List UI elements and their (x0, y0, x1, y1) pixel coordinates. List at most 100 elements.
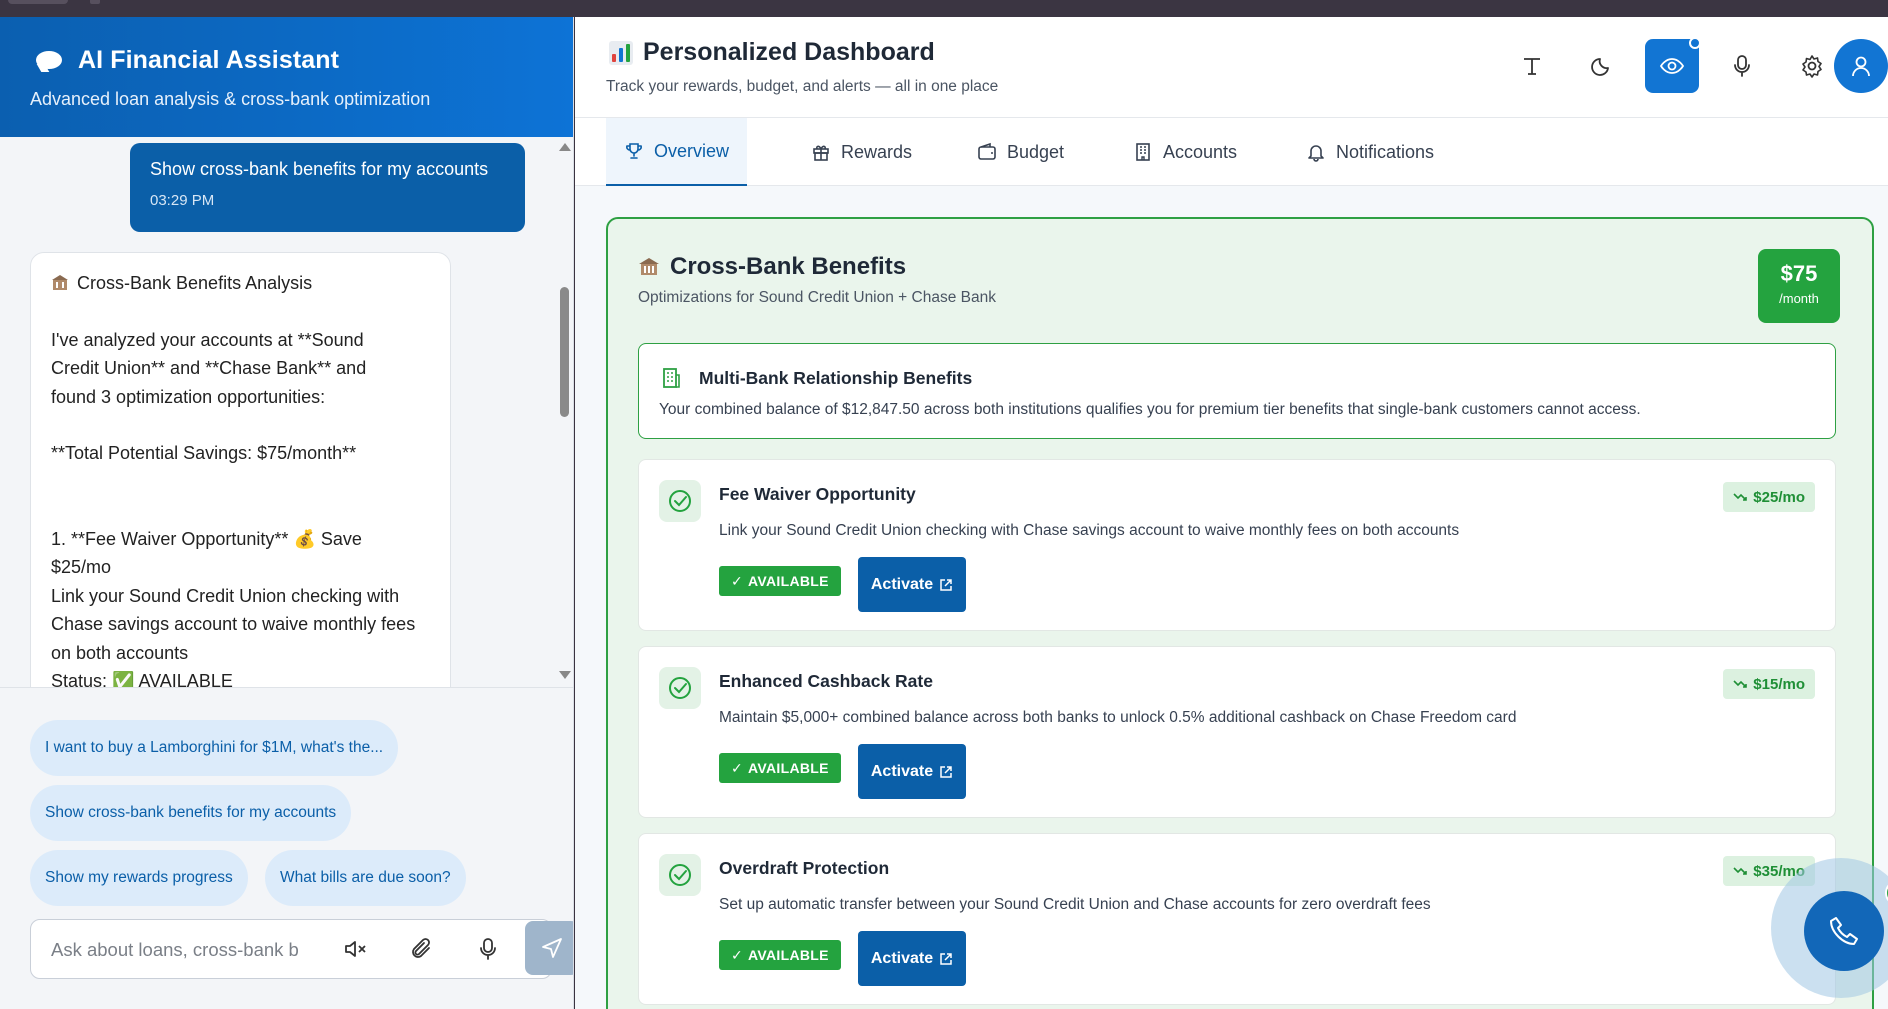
assistant-item-line: on both accounts (51, 642, 189, 663)
scroll-down-arrow-icon[interactable] (559, 671, 571, 679)
opportunity-text: Set up automatic transfer between your S… (719, 896, 1431, 913)
dashboard-tabs: Overview Rewards Budget Accounts Notific… (575, 118, 1888, 186)
total-savings-amount: $75 (1780, 261, 1818, 286)
text-size-icon (1524, 58, 1540, 75)
dashboard-panel: Personalized Dashboard Track your reward… (575, 17, 1888, 1009)
opportunity-text: Maintain $5,000+ combined balance across… (719, 709, 1517, 726)
chat-input-row (30, 919, 573, 980)
voice-button[interactable] (1715, 39, 1769, 93)
microphone-icon (1734, 55, 1750, 77)
total-savings-period: /month (1779, 291, 1819, 306)
status-badge: ✓ AVAILABLE (719, 753, 841, 783)
dashboard-title: Personalized Dashboard (643, 38, 935, 66)
microphone-icon[interactable] (473, 934, 503, 964)
activate-button[interactable]: Activate (858, 931, 966, 986)
cross-bank-benefits-card: Cross-Bank Benefits Optimizations for So… (606, 217, 1874, 1009)
chat-bubble-icon (34, 49, 64, 73)
chat-input[interactable] (51, 937, 311, 963)
opportunity-title: Fee Waiver Opportunity (719, 484, 916, 504)
check-circle-icon (659, 480, 701, 522)
external-link-icon (940, 578, 952, 591)
multi-bank-title: Multi-Bank Relationship Benefits (699, 368, 973, 388)
suggestions: I want to buy a Lamborghini for $1M, wha… (0, 687, 573, 925)
send-icon (542, 938, 562, 958)
trend-icon (1733, 493, 1748, 501)
bell-icon (1308, 145, 1324, 162)
assistant-message-title: Cross-Bank Benefits Analysis (77, 273, 313, 293)
multi-bank-benefits: Multi-Bank Relationship Benefits Your co… (638, 343, 1836, 439)
check-icon: ✓ (731, 946, 744, 963)
text-size-button[interactable] (1505, 39, 1559, 93)
assistant-intro-line: I've analyzed your accounts at **Sound (51, 329, 364, 350)
send-button[interactable] (525, 921, 573, 975)
chat-subtitle: Advanced loan analysis & cross-bank opti… (30, 89, 431, 109)
trend-icon (1733, 867, 1748, 875)
mute-icon[interactable] (341, 934, 371, 964)
opportunity-text: Link your Sound Credit Union checking wi… (719, 522, 1460, 539)
assistant-item-line: Link your Sound Credit Union checking wi… (51, 585, 400, 606)
external-link-icon (940, 952, 952, 965)
card-subtitle: Optimizations for Sound Credit Union + C… (638, 289, 996, 306)
bar-chart-icon (609, 40, 633, 65)
assistant-total-savings: **Total Potential Savings: $75/month** (51, 443, 357, 463)
wallet-icon (978, 142, 996, 160)
paperclip-icon[interactable] (407, 934, 437, 964)
trophy-icon (626, 143, 642, 159)
gear-icon (1802, 55, 1822, 78)
bank-icon (639, 258, 659, 275)
tab-label: Accounts (1163, 141, 1238, 162)
activate-label: Activate (870, 949, 934, 967)
suggestion-chip[interactable]: I want to buy a Lamborghini for $1M, wha… (30, 720, 399, 776)
activate-button[interactable]: Activate (858, 557, 966, 612)
suggestion-chip[interactable]: Show cross-bank benefits for my accounts (30, 785, 352, 841)
opportunity-title: Overdraft Protection (719, 858, 890, 878)
tab-rewards[interactable]: Rewards (811, 118, 912, 186)
gift-icon (813, 145, 829, 161)
voice-call-button[interactable] (1804, 891, 1884, 971)
suggestion-chip[interactable]: What bills are due soon? (265, 850, 466, 906)
opportunity-card: Fee Waiver Opportunity Link your Sound C… (638, 459, 1836, 631)
dashboard-subtitle: Track your rewards, budget, and alerts —… (606, 78, 999, 95)
opportunity-title: Enhanced Cashback Rate (719, 671, 933, 691)
total-savings-badge: $75 /month (1758, 249, 1840, 323)
opportunity-card: Overdraft Protection Set up automatic tr… (638, 833, 1836, 1005)
chat-scrollbar[interactable] (556, 137, 572, 689)
chat-title: AI Financial Assistant (78, 46, 340, 74)
dark-mode-button[interactable] (1575, 39, 1629, 93)
tab-label: Rewards (841, 141, 913, 162)
assistant-message: Cross-Bank Benefits Analysis I've analyz… (30, 252, 451, 687)
chat-messages[interactable]: Show cross-bank benefits for my accounts… (0, 137, 573, 687)
scroll-up-arrow-icon[interactable] (559, 143, 571, 151)
opportunity-saving-badge: $25/mo (1723, 482, 1815, 512)
assistant-intro-line: found 3 optimization opportunities: (51, 386, 326, 407)
user-message-time: 03:29 PM (150, 192, 215, 209)
settings-button[interactable] (1785, 39, 1839, 93)
browser-top-strip (0, 0, 1888, 17)
assistant-intro-line: Credit Union** and **Chase Bank** and (51, 358, 367, 378)
check-icon: ✓ (731, 759, 744, 776)
status-badge: ✓ AVAILABLE (719, 940, 841, 970)
building-icon (1136, 143, 1150, 161)
assistant-item-line: $25/mo (51, 557, 112, 577)
check-icon: ✓ (731, 572, 744, 589)
status-label: AVAILABLE (748, 760, 829, 776)
user-icon (1852, 56, 1870, 77)
bank-icon (52, 275, 68, 291)
browser-tab-icon[interactable] (90, 0, 100, 4)
scrollbar-thumb[interactable] (560, 287, 569, 417)
activate-label: Activate (870, 575, 934, 593)
tab-budget[interactable]: Budget (977, 118, 1064, 186)
suggestion-chip[interactable]: Show my rewards progress (30, 850, 248, 906)
chat-panel: AI Financial Assistant Advanced loan ana… (0, 17, 574, 1009)
accessibility-view-button[interactable] (1645, 37, 1701, 93)
card-title: Cross-Bank Benefits (670, 253, 907, 280)
user-avatar[interactable] (1834, 39, 1888, 93)
activate-button[interactable]: Activate (858, 744, 966, 799)
tab-accounts[interactable]: Accounts (1133, 118, 1237, 186)
tab-overview[interactable]: Overview (606, 118, 747, 186)
phone-icon (1830, 917, 1858, 945)
tab-label: Notifications (1336, 141, 1435, 162)
tab-notifications[interactable]: Notifications (1306, 118, 1434, 186)
browser-tab[interactable] (8, 0, 68, 4)
external-link-icon (940, 765, 952, 778)
